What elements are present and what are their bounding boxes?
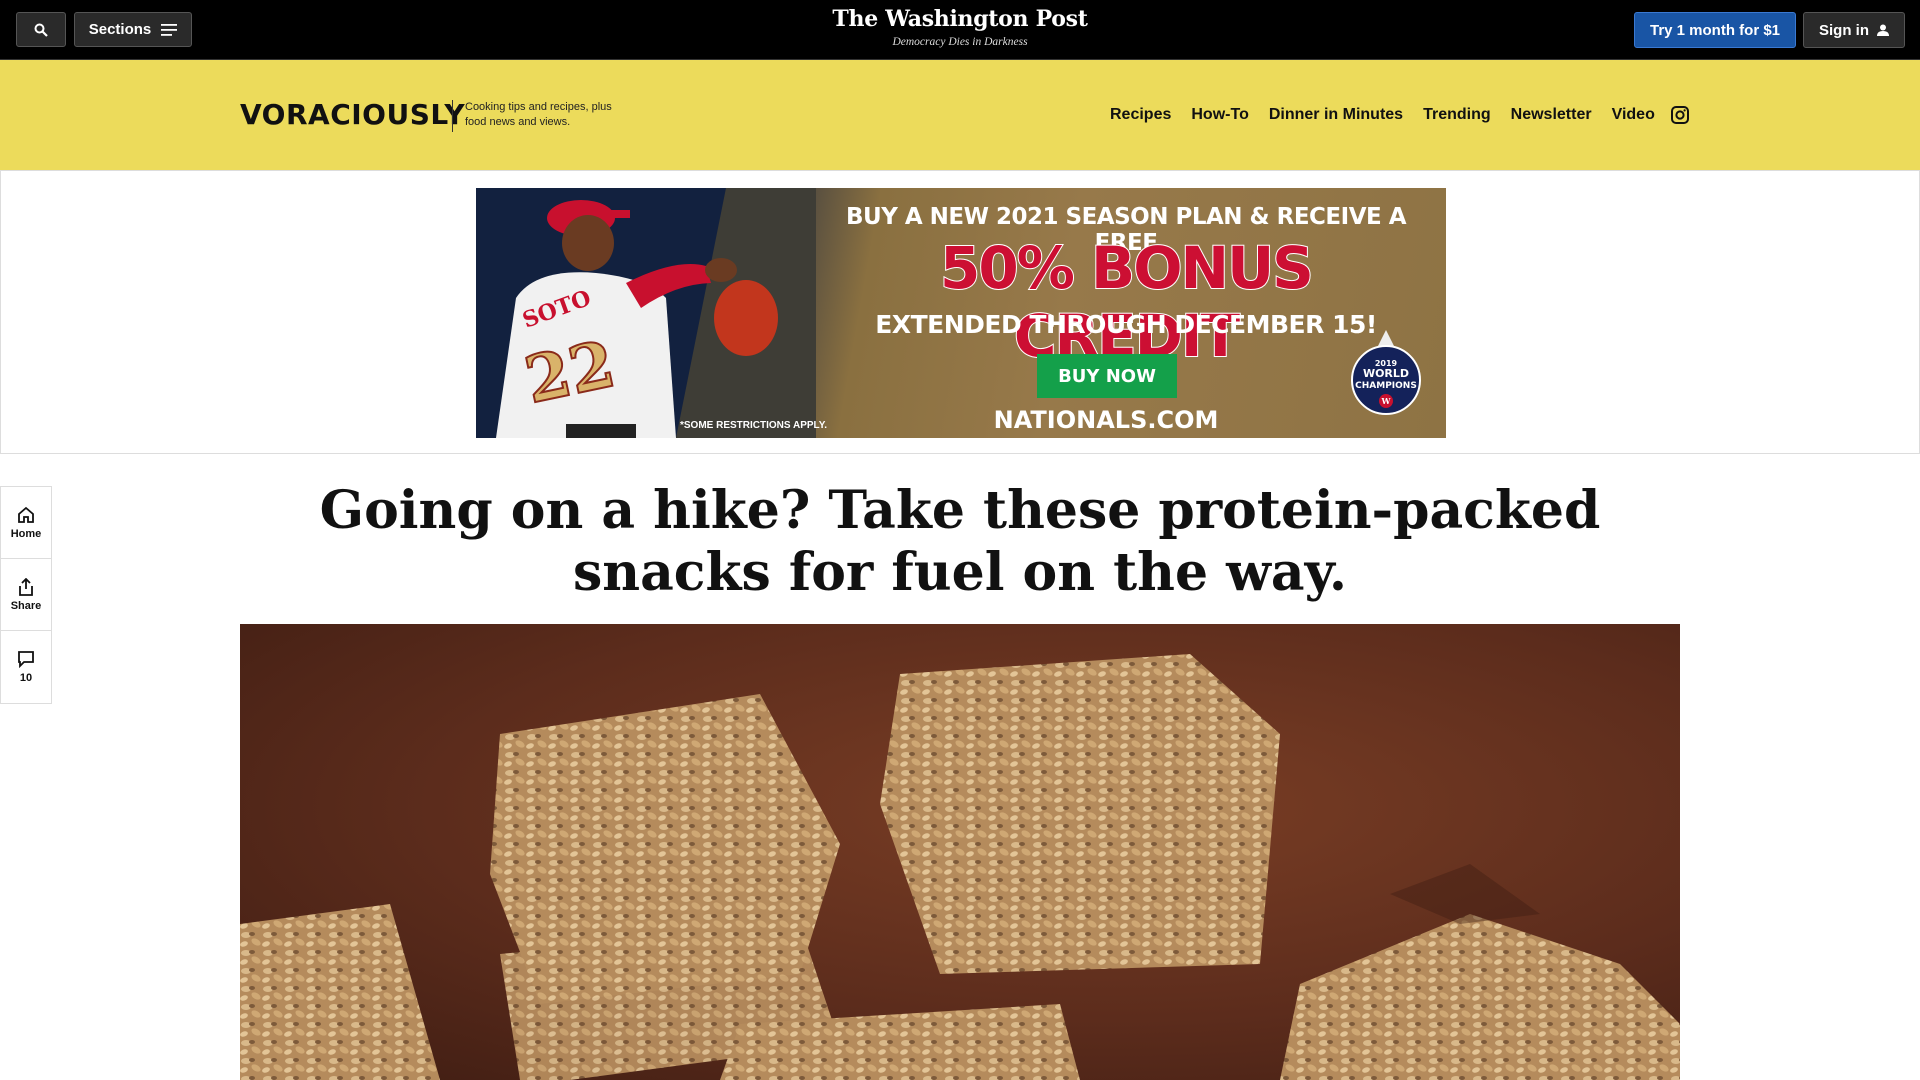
masthead-logo[interactable]: The Washington Post: [760, 6, 1160, 32]
search-icon: [34, 23, 48, 37]
masthead[interactable]: The Washington Post Democracy Dies in Da…: [760, 6, 1160, 48]
ad-site-url: NATIONALS.COM: [993, 406, 1219, 434]
ad-headline-3: EXTENDED THROUGH DECEMBER 15!: [875, 310, 1377, 339]
voraciously-description: Cooking tips and recipes, plus food news…: [465, 101, 612, 128]
granola-bars-image: [240, 654, 1680, 1080]
rail-share-button[interactable]: Share: [1, 559, 51, 631]
rail-comments-button[interactable]: 10: [1, 631, 51, 703]
menu-icon: [161, 23, 178, 36]
top-bar: Sections The Washington Post Democracy D…: [0, 0, 1920, 60]
badge-line-2: CHAMPIONS: [1355, 381, 1417, 391]
sections-label: Sections: [88, 21, 152, 38]
user-icon: [1877, 24, 1889, 36]
badge-line-1: WORLD: [1363, 367, 1409, 380]
nav-newsletter[interactable]: Newsletter: [1501, 106, 1602, 124]
voraciously-logo[interactable]: VORACIOUSLY: [240, 98, 465, 131]
ad-container: SOTO 22 BUY A NEW 2021 SEASON PLAN & REC…: [0, 170, 1920, 454]
article-headline: Going on a hike? Take these protein-pack…: [319, 480, 1601, 603]
subscribe-button[interactable]: Try 1 month for $1: [1634, 12, 1796, 48]
instagram-icon: [1670, 106, 1689, 124]
voraciously-header: VORACIOUSLY Cooking tips and recipes, pl…: [0, 60, 1920, 170]
nav-recipes[interactable]: Recipes: [1100, 106, 1181, 124]
nationals-logo-icon: W: [1381, 396, 1392, 406]
ad-headline-2: 50% BONUS CREDIT: [939, 233, 1315, 371]
baseball-player-image: SOTO 22: [476, 188, 816, 438]
home-icon: [18, 506, 34, 523]
rail-share-label: Share: [10, 599, 42, 612]
nationals-ad[interactable]: SOTO 22 BUY A NEW 2021 SEASON PLAN & REC…: [476, 188, 1446, 438]
share-icon: [19, 577, 33, 596]
sign-in-label: Sign in: [1819, 21, 1869, 39]
masthead-tagline: Democracy Dies in Darkness: [892, 36, 1028, 48]
voraciously-nav: Recipes How-To Dinner in Minutes Trendin…: [1100, 106, 1689, 124]
sections-button[interactable]: Sections: [74, 12, 192, 47]
nav-trending[interactable]: Trending: [1413, 106, 1501, 124]
comment-icon: [18, 651, 34, 668]
rail-home-button[interactable]: Home: [1, 487, 51, 559]
logo-divider: [452, 100, 453, 132]
ad-buy-now-button[interactable]: BUY NOW: [1037, 354, 1177, 398]
nav-how-to[interactable]: How-To: [1181, 106, 1258, 124]
sign-in-button[interactable]: Sign in: [1803, 12, 1905, 48]
nav-video[interactable]: Video: [1602, 106, 1665, 124]
ad-restrictions: *SOME RESTRICTIONS APPLY.: [680, 420, 828, 431]
article-rail: Home Share 10: [0, 486, 52, 704]
article-hero-image: [240, 624, 1680, 1080]
instagram-link[interactable]: [1670, 106, 1689, 124]
nav-dinner-in-minutes[interactable]: Dinner in Minutes: [1259, 106, 1413, 124]
world-champions-badge: 2019 WORLD CHAMPIONS W: [1351, 330, 1421, 415]
rail-home-label: Home: [10, 527, 42, 540]
search-button[interactable]: [16, 12, 66, 47]
rail-comments-count: 10: [19, 672, 33, 684]
